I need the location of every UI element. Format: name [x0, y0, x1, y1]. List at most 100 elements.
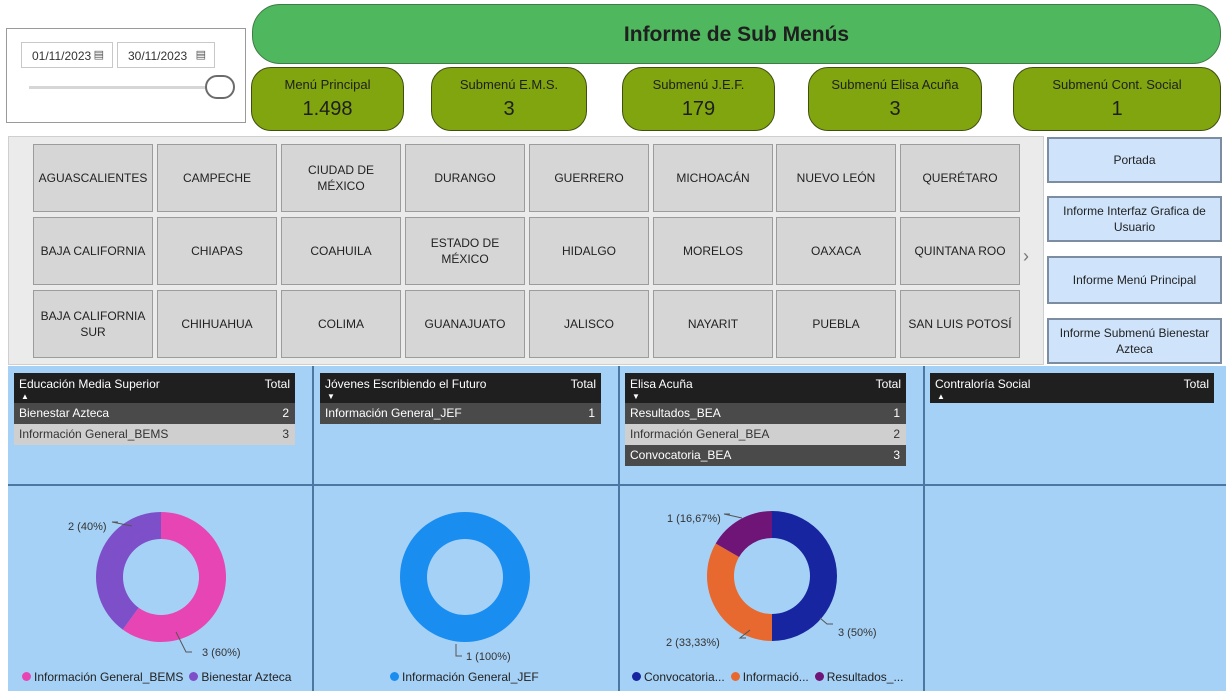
state-button[interactable]: ESTADO DE MÉXICO [405, 217, 525, 285]
table-row[interactable]: Información General_BEA 2 [625, 424, 906, 445]
nav-button-informe-submenu-bienestar[interactable]: Informe Submenú Bienestar Azteca [1047, 318, 1222, 364]
nav-button-informe-menu-principal[interactable]: Informe Menú Principal [1047, 256, 1222, 304]
legend-label: Información General_JEF [402, 670, 539, 684]
table-header[interactable]: Contraloría Social Total ▲ [930, 373, 1214, 403]
sort-up-icon[interactable]: ▲ [21, 392, 29, 401]
legend-label: Información General_BEMS [34, 670, 184, 684]
kpi-value: 3 [503, 98, 515, 120]
state-button[interactable]: HIDALGO [529, 217, 649, 285]
table-elisa-acuna: Elisa Acuña Total ▼ Resultados_BEA 1 Inf… [625, 373, 906, 466]
kpi-value: 1 [1111, 98, 1123, 120]
kpi-label: Menú Principal [284, 77, 371, 92]
donut-chart-ems: 3 (60%) 2 (40%) [68, 512, 241, 659]
donut-slice[interactable] [707, 543, 772, 642]
start-date-input[interactable]: 01/11/2023 ▤ [21, 42, 113, 68]
nav-button-informe-interfaz[interactable]: Informe Interfaz Grafica de Usuario [1047, 196, 1222, 242]
calendar-icon[interactable]: ▤ [196, 48, 206, 61]
nav-button-portada[interactable]: Portada [1047, 137, 1222, 183]
table-row[interactable]: Resultados_BEA 1 [625, 403, 906, 424]
legend-item[interactable]: Informació... [730, 670, 809, 684]
table-column-header[interactable]: Jóvenes Escribiendo el Futuro [325, 377, 486, 391]
table-row[interactable]: Información General_BEMS 3 [14, 424, 295, 445]
table-column-header[interactable]: Contraloría Social [935, 377, 1030, 391]
state-button[interactable]: AGUASCALIENTES [33, 144, 153, 212]
calendar-icon[interactable]: ▤ [94, 48, 104, 61]
state-button[interactable]: BAJA CALIFORNIA [33, 217, 153, 285]
state-button[interactable]: SAN LUIS POTOSÍ [900, 290, 1020, 358]
divider [312, 366, 314, 691]
state-button[interactable]: COLIMA [281, 290, 401, 358]
table-total-header[interactable]: Total [265, 377, 290, 391]
table-jovenes-escribiendo: Jóvenes Escribiendo el Futuro Total ▼ In… [320, 373, 601, 424]
legend-item[interactable]: Convocatoria... [632, 670, 725, 684]
kpi-value: 179 [681, 98, 716, 120]
table-total-header[interactable]: Total [571, 377, 596, 391]
state-button[interactable]: CIUDAD DE MÉXICO [281, 144, 401, 212]
legend-item[interactable]: Información General_JEF [390, 670, 539, 684]
kpi-value: 3 [889, 98, 901, 120]
state-button[interactable]: QUERÉTARO [900, 144, 1020, 212]
data-label: 2 (33,33%) [666, 637, 720, 649]
state-button[interactable]: CAMPECHE [157, 144, 277, 212]
legend-dot [814, 672, 824, 681]
table-educacion-media-superior: Educación Media Superior Total ▲ Bienest… [14, 373, 295, 445]
state-button[interactable]: QUINTANA ROO [900, 217, 1020, 285]
legend-label: Bienestar Azteca [201, 670, 292, 684]
legend-item[interactable]: Información General_BEMS [22, 670, 183, 684]
kpi-label: Submenú J.E.F. [652, 77, 745, 92]
state-button[interactable]: COAHUILA [281, 217, 401, 285]
row-value: 2 [893, 427, 900, 441]
table-header[interactable]: Jóvenes Escribiendo el Futuro Total ▼ [320, 373, 601, 403]
state-button[interactable]: JALISCO [529, 290, 649, 358]
table-column-header[interactable]: Elisa Acuña [630, 377, 693, 391]
state-button[interactable]: CHIHUAHUA [157, 290, 277, 358]
state-button[interactable]: NUEVO LEÓN [776, 144, 896, 212]
state-button[interactable]: DURANGO [405, 144, 525, 212]
table-total-header[interactable]: Total [876, 377, 901, 391]
row-label: Bienestar Azteca [19, 406, 110, 420]
table-row[interactable]: Bienestar Azteca 2 [14, 403, 295, 424]
state-button[interactable]: GUANAJUATO [405, 290, 525, 358]
sort-down-icon[interactable]: ▼ [632, 392, 640, 401]
donut-chart-jef: 1 (100%) [399, 512, 530, 663]
chevron-right-icon[interactable]: › [1023, 246, 1029, 267]
state-button[interactable]: MORELOS [653, 217, 773, 285]
legend-item[interactable]: Resultados_... [814, 670, 904, 684]
table-row[interactable]: Información General_JEF 1 [320, 403, 601, 424]
state-button[interactable]: MICHOACÁN [653, 144, 773, 212]
data-label: 2 (40%) [68, 521, 107, 533]
row-label: Resultados_BEA [630, 406, 721, 420]
donut-slice[interactable] [772, 511, 837, 641]
row-value: 3 [893, 448, 900, 462]
sort-down-icon[interactable]: ▼ [327, 392, 335, 401]
legend-label: Informació... [742, 670, 809, 684]
kpi-label: Submenú Cont. Social [1052, 77, 1182, 92]
legend-label: Resultados_... [826, 670, 904, 684]
kpi-submenu-jef: Submenú J.E.F. 179 [622, 67, 775, 131]
end-date-input[interactable]: 30/11/2023 ▤ [117, 42, 215, 68]
table-header[interactable]: Educación Media Superior Total ▲ [14, 373, 295, 403]
state-button[interactable]: CHIAPAS [157, 217, 277, 285]
legend-item[interactable]: Bienestar Azteca [189, 670, 291, 684]
sort-up-icon[interactable]: ▲ [937, 392, 945, 401]
donut-chart-bea: 3 (50%) 2 (33,33%) 1 (16,67%) [666, 511, 877, 649]
chart-legend: Información General_JEF [390, 670, 545, 684]
state-button[interactable]: PUEBLA [776, 290, 896, 358]
date-slider-handle[interactable] [205, 75, 235, 99]
table-header[interactable]: Elisa Acuña Total ▼ [625, 373, 906, 403]
state-button[interactable]: NAYARIT [653, 290, 773, 358]
state-button[interactable]: GUERRERO [529, 144, 649, 212]
state-button[interactable]: BAJA CALIFORNIA SUR [33, 290, 153, 358]
date-slider-track[interactable] [29, 86, 219, 89]
data-label: 3 (50%) [838, 627, 877, 639]
state-button[interactable]: OAXACA [776, 217, 896, 285]
table-column-header[interactable]: Educación Media Superior [19, 377, 160, 391]
date-range-slicer: 01/11/2023 ▤ 30/11/2023 ▤ [6, 28, 246, 123]
table-row[interactable]: Convocatoria_BEA 3 [625, 445, 906, 466]
legend-label: Convocatoria... [644, 670, 725, 684]
row-label: Información General_BEMS [19, 427, 169, 441]
data-label: 3 (60%) [202, 647, 241, 659]
row-value: 1 [893, 406, 900, 420]
table-total-header[interactable]: Total [1184, 377, 1209, 391]
donut-slice[interactable] [399, 512, 530, 642]
